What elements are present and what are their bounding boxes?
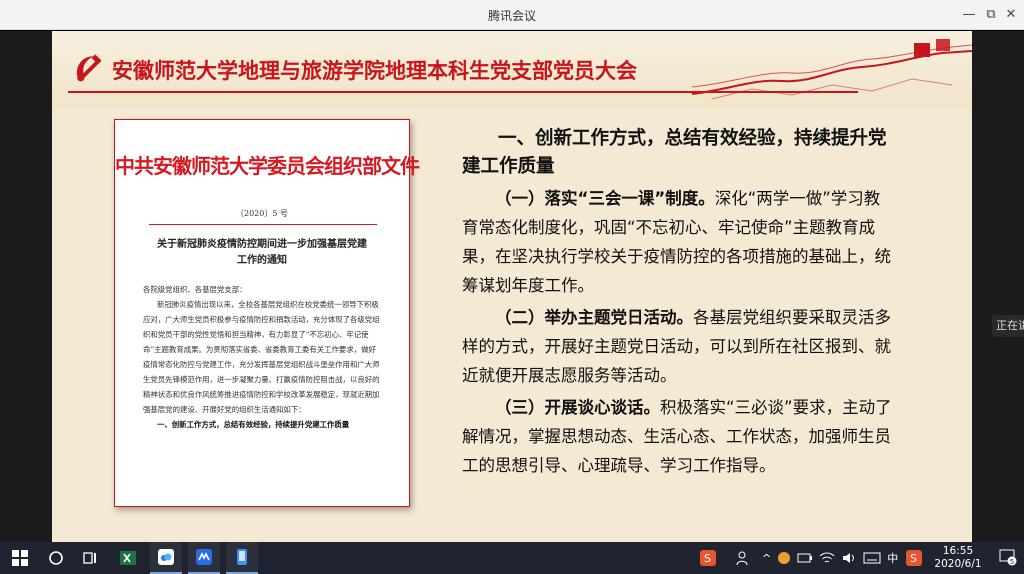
paragraph-1-lead: （一）落实“三会一课”制度。 (495, 189, 715, 208)
battery-icon[interactable] (797, 551, 813, 565)
excel-icon (120, 551, 136, 565)
system-clock[interactable]: 16:55 2020/6/1 (928, 545, 988, 571)
window-title: 腾讯会议 (487, 9, 536, 23)
document-number: 〔2020〕5 号 (236, 209, 288, 218)
taskbar-tencent-meeting[interactable] (188, 542, 220, 574)
search-circle-icon (49, 551, 63, 565)
tencent-meeting-icon (196, 549, 212, 565)
svg-text:S: S (704, 552, 711, 565)
close-button[interactable]: ✕ (1000, 4, 1022, 26)
great-wall-icon (692, 39, 972, 100)
window-titlebar: 腾讯会议 — ⧉ ✕ (0, 0, 1024, 30)
taskbar-phone-app[interactable] (226, 542, 258, 574)
shared-slide: 安徽师范大学地理与旅游学院地理本科生党支部党员大会 中共安徽师范大学委员会组织部… (52, 31, 972, 542)
document-header: 中共安徽师范大学委员会组织部文件 (115, 154, 420, 178)
ime-language-indicator[interactable]: 中 (887, 550, 898, 566)
official-document-image: 中共安徽师范大学委员会组织部文件 〔2020〕5 号 关于新冠肺炎疫情防控期间进… (114, 119, 420, 507)
search-button[interactable] (40, 542, 72, 574)
start-button[interactable] (4, 542, 36, 574)
clock-time: 16:55 (942, 545, 974, 557)
clock-date: 2020/6/1 (934, 558, 982, 570)
people-icon[interactable] (736, 550, 752, 566)
paragraph-1: （一）落实“三会一课”制度。深化“两学一做”学习教育常态化制度化，巩固“不忘初心… (462, 184, 892, 300)
wifi-icon[interactable] (819, 551, 835, 565)
windows-taskbar: S ^ 中 S 16:55 2020/6/1 5 (0, 542, 1024, 574)
document-salutation: 各院级党组织、各基层党支部： (143, 285, 247, 294)
keyboard-icon[interactable] (863, 551, 881, 565)
document-paragraph: 新冠肺炎疫情出现以来，全校各基层党组织在校党委统一领导下积极应对，广大师生党员积… (143, 300, 380, 414)
taskbar-app-1[interactable] (150, 542, 182, 574)
paragraph-3-lead: （三）开展谈心谈话。 (495, 398, 660, 417)
svg-text:5: 5 (1010, 558, 1014, 566)
taskbar-excel[interactable] (112, 542, 144, 574)
task-view-button[interactable] (74, 542, 106, 574)
svg-text:S: S (910, 552, 917, 565)
notification-icon: 5 (999, 549, 1017, 566)
document-body: 各院级党组织、各基层党支部： 新冠肺炎疫情出现以来，全校各基层党组织在校党委统一… (143, 282, 381, 432)
restore-button[interactable]: ⧉ (980, 4, 1002, 26)
task-view-icon (83, 552, 96, 564)
chevron-up-icon[interactable]: ^ (762, 552, 771, 565)
sogou-ime-icon[interactable]: S (700, 550, 716, 566)
minimize-button[interactable]: — (958, 4, 980, 26)
speaker-tab[interactable]: 正在讲 (992, 315, 1024, 337)
document-subject: 关于新冠肺炎疫情防控期间进一步加强基层党建工作的通知 (157, 239, 367, 266)
cloud-app-icon (158, 549, 174, 565)
paragraph-3: （三）开展谈心谈话。积极落实“三必谈”要求，主动了解情况，掌握思想动态、生活心态… (462, 393, 892, 480)
volume-icon[interactable] (841, 551, 857, 565)
phone-app-icon (237, 549, 247, 565)
paragraph-2-lead: （二）举办主题党日活动。 (495, 308, 693, 327)
system-tray: S ^ 中 S (700, 542, 923, 574)
slide-title: 安徽师范大学地理与旅游学院地理本科生党支部党员大会 (112, 58, 637, 83)
ime-badge-icon[interactable]: S (906, 550, 923, 566)
notification-center-button[interactable]: 5 (998, 548, 1018, 568)
party-emblem-icon (76, 54, 102, 82)
app-tray-icon[interactable] (777, 551, 791, 565)
document-red-rule (149, 224, 377, 225)
document-section-heading: 一、创新工作方式，总结有效经验，持续提升党建工作质量 (157, 420, 350, 429)
slide-text-block: 一、创新工作方式，总结有效经验，持续提升党建工作质量 （一）落实“三会一课”制度… (462, 125, 892, 480)
section-heading: 一、创新工作方式，总结有效经验，持续提升党建工作质量 (462, 128, 887, 177)
paragraph-2: （二）举办主题党日活动。各基层党组织要采取灵活多样的方式，开展好主题党日活动，可… (462, 303, 892, 390)
windows-logo-icon (12, 550, 28, 566)
